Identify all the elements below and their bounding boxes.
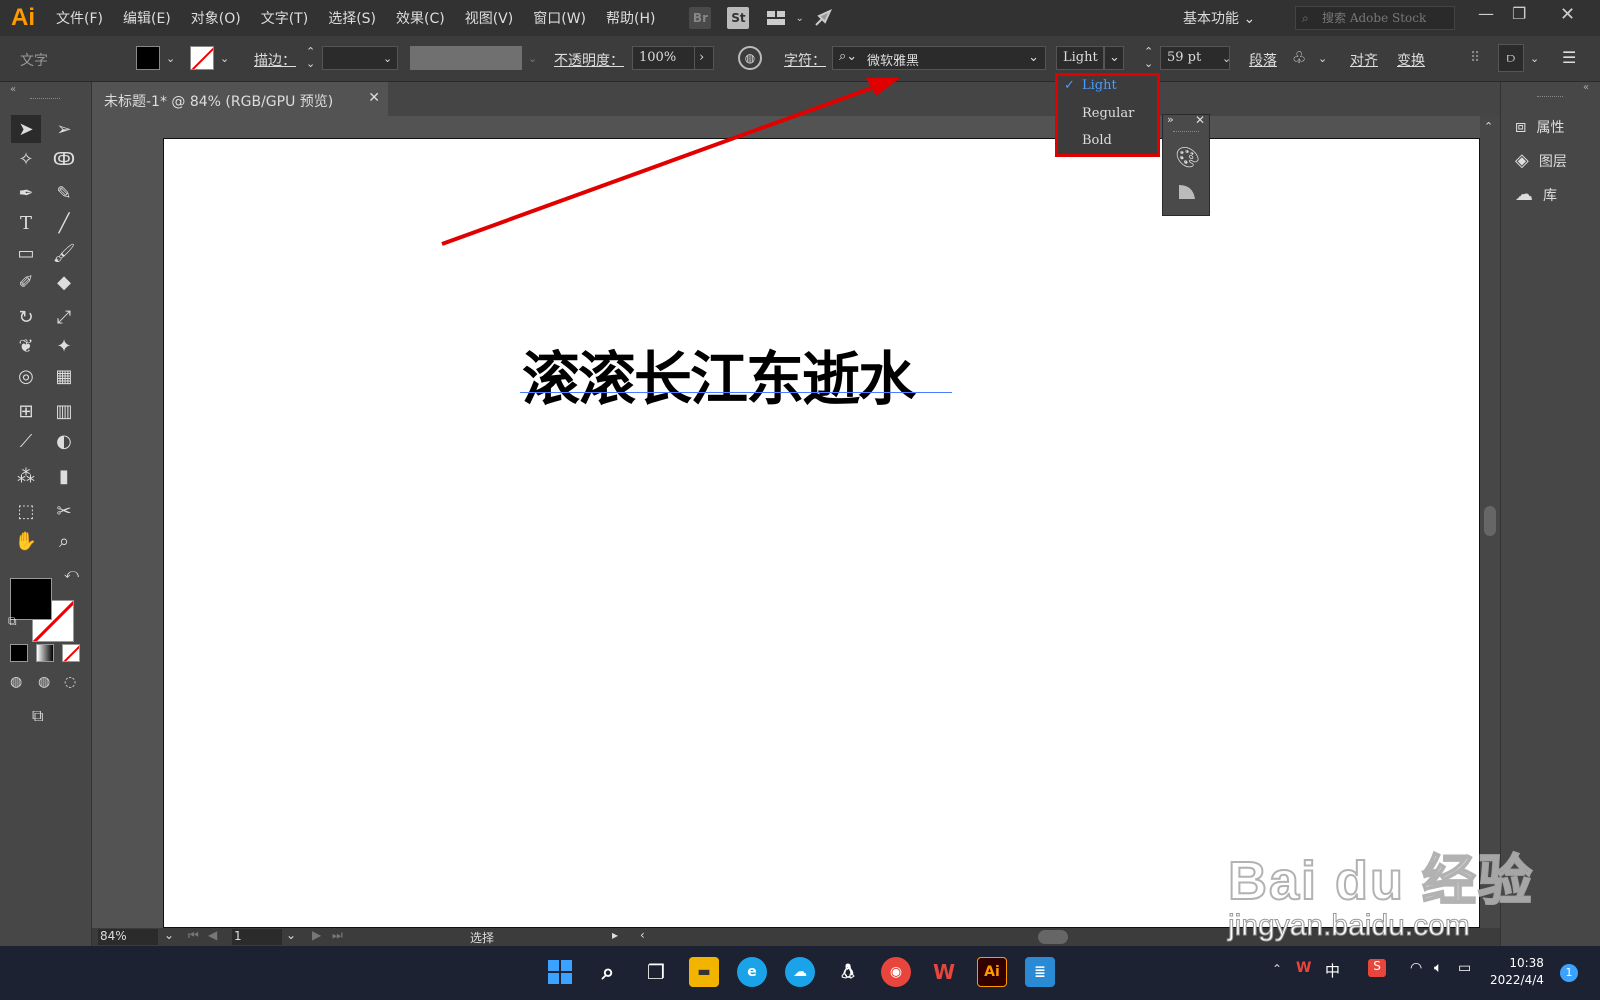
wps-tray-icon[interactable]: W — [1296, 960, 1311, 976]
search-icon[interactable]: ⌕ — [593, 957, 623, 987]
windows-start-icon[interactable] — [545, 957, 575, 987]
chevron-down-icon[interactable]: ⌄ — [286, 928, 296, 942]
illustrator-taskbar-icon[interactable]: Ai — [977, 957, 1007, 987]
chevron-down-icon[interactable]: ⌄ — [164, 928, 174, 942]
notepad-icon[interactable]: ≣ — [1025, 957, 1055, 987]
wps-icon[interactable]: W — [929, 957, 959, 987]
volume-icon[interactable]: 🔈︎ — [1434, 960, 1442, 976]
system-clock[interactable]: 10:38 2022/4/4 — [1490, 955, 1544, 989]
task-view-icon[interactable]: ❐ — [641, 957, 671, 987]
windows-taskbar: ⌕ ❐ ▬ e ☁ 🐧︎ ◉ W Ai ≣ ⌃ W 中 S ◠ 🔈︎ ▭ 10:… — [0, 946, 1600, 1000]
prev-page-icon[interactable]: ◀︎ — [208, 928, 217, 942]
zoom-field[interactable]: 84% — [98, 929, 158, 945]
qq-icon[interactable]: 🐧︎ — [833, 957, 863, 987]
horizontal-scroll-thumb[interactable] — [1038, 930, 1068, 944]
status-menu-icon[interactable]: ▸ — [612, 928, 618, 942]
last-page-icon[interactable]: ⏭︎ — [332, 928, 343, 943]
sogou-ime-icon[interactable]: S — [1368, 959, 1386, 977]
baidu-watermark: Bai du 经验 jingyan.baidu.com — [1227, 836, 1535, 943]
watermark-brand: Bai du 经验 — [1227, 850, 1535, 912]
next-page-icon[interactable]: ▶︎ — [312, 928, 321, 942]
battery-icon[interactable]: ▭ — [1458, 960, 1471, 976]
wifi-icon[interactable]: ◠ — [1410, 960, 1422, 976]
clock-date: 2022/4/4 — [1490, 973, 1544, 987]
file-explorer-icon[interactable]: ▬ — [689, 957, 719, 987]
page-field[interactable]: 1 — [232, 929, 282, 945]
tray-overflow-icon[interactable]: ⌃ — [1272, 962, 1282, 976]
cloud-app-icon[interactable]: ☁ — [785, 957, 815, 987]
ime-indicator[interactable]: 中 — [1325, 960, 1340, 981]
scroll-left-icon[interactable]: ‹ — [640, 928, 645, 942]
first-page-icon[interactable]: ⏮︎ — [188, 928, 199, 943]
chrome-icon[interactable]: ◉ — [881, 957, 911, 987]
clock-time: 10:38 — [1509, 956, 1544, 970]
tool-status-label: 选择 — [470, 931, 495, 945]
ie-browser-icon[interactable]: e — [737, 957, 767, 987]
notification-badge[interactable]: 1 — [1560, 964, 1578, 982]
